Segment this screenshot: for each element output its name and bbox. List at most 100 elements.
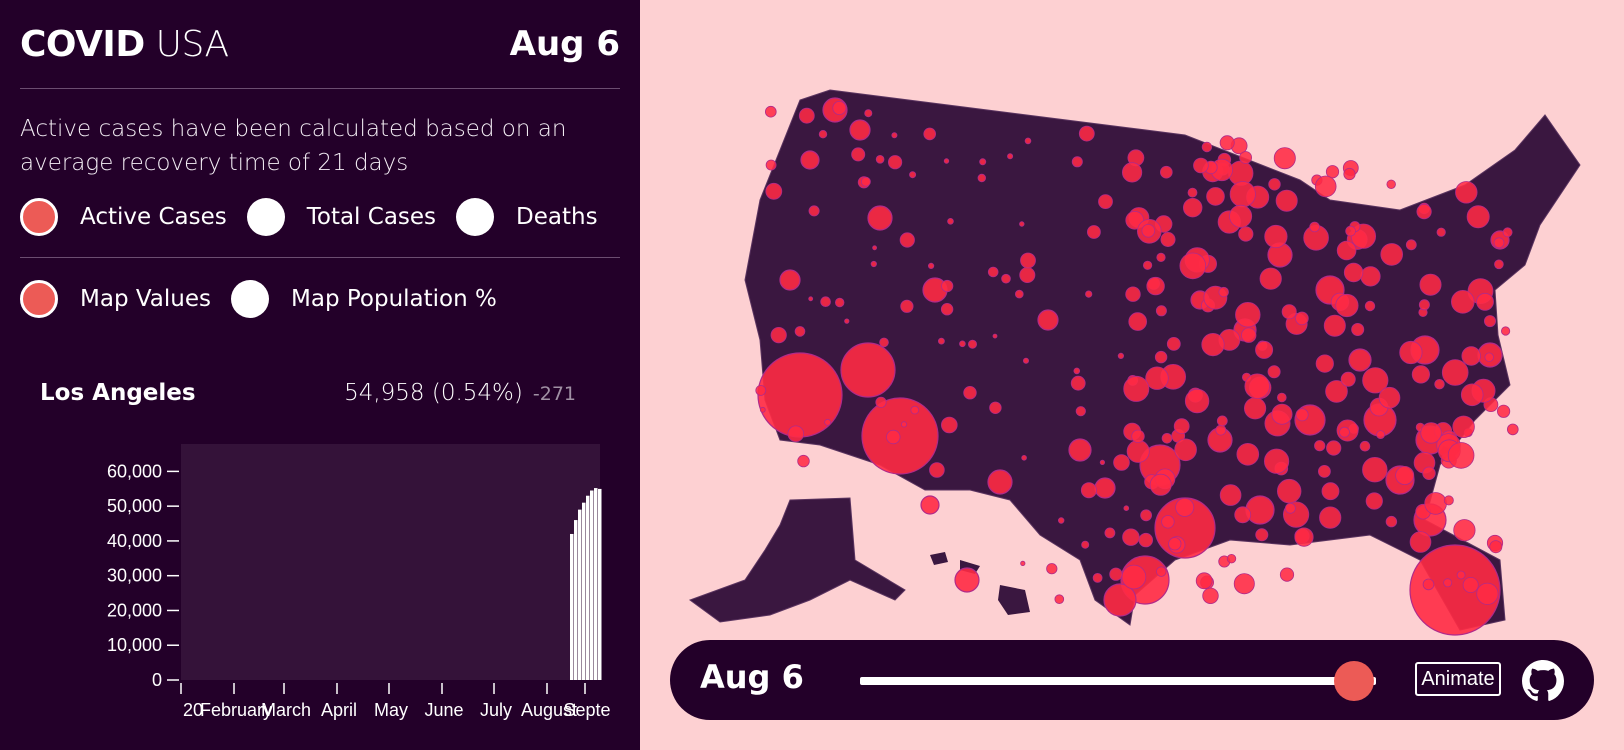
case-bubble[interactable] [1160,231,1176,247]
case-bubble[interactable] [1419,273,1442,296]
case-bubble[interactable] [1443,495,1454,506]
case-bubble[interactable] [1020,560,1026,567]
case-bubble[interactable] [1493,237,1505,249]
case-bubble[interactable] [1175,497,1195,517]
case-bubble[interactable] [1380,243,1403,266]
case-bubble[interactable] [1315,354,1334,373]
case-bubble[interactable] [1461,346,1481,366]
case-bubble[interactable] [1339,426,1350,438]
case-bubble[interactable] [1240,327,1257,343]
case-bubble[interactable] [1255,340,1274,359]
case-bubble[interactable] [1244,397,1267,420]
case-bubble[interactable] [963,386,977,400]
case-bubble[interactable] [920,495,940,515]
case-bubble[interactable] [1466,205,1490,229]
case-bubble[interactable] [1359,440,1371,452]
case-bubble[interactable] [1081,540,1090,549]
case-bubble[interactable] [1219,484,1242,506]
case-bubble[interactable] [1092,573,1103,583]
case-bubble[interactable] [1285,502,1296,514]
case-bubble[interactable] [1422,466,1436,481]
case-bubble[interactable] [959,340,966,348]
animate-button[interactable]: Animate [1415,662,1501,696]
case-bubble[interactable] [1014,289,1024,299]
option-deaths[interactable]: Deaths [456,198,598,236]
case-bubble[interactable] [1195,572,1213,590]
case-bubble[interactable] [1046,563,1058,575]
case-bubble[interactable] [759,406,766,413]
case-bubble[interactable] [1319,506,1342,529]
case-bubble[interactable] [1160,165,1173,179]
case-bubble[interactable] [787,425,805,443]
case-bubble[interactable] [1001,273,1011,284]
case-bubble[interactable] [1273,147,1296,170]
case-bubble[interactable] [1182,197,1203,218]
case-bubble[interactable] [1023,357,1030,364]
case-bubble[interactable] [1279,567,1295,582]
case-bubble[interactable] [1201,141,1213,153]
case-bubble[interactable] [968,339,978,349]
case-bubble[interactable] [1294,527,1314,547]
case-bubble[interactable] [1267,365,1281,379]
case-bubble[interactable] [977,173,986,183]
case-bubble[interactable] [1068,438,1092,462]
case-bubble[interactable] [1360,266,1381,287]
case-bubble[interactable] [947,218,954,225]
case-bubble[interactable] [779,269,801,291]
case-bubble[interactable] [1073,367,1081,375]
case-bubble[interactable] [1075,406,1086,417]
case-bubble[interactable] [1109,567,1123,581]
case-bubble[interactable] [1462,577,1479,594]
case-bubble[interactable] [1277,392,1287,403]
case-bubble[interactable] [808,205,820,217]
case-bubble[interactable] [1364,300,1376,312]
case-bubble[interactable] [1507,423,1519,436]
case-bubble[interactable] [1020,252,1036,269]
case-bubble[interactable] [1336,240,1357,261]
case-bubble[interactable] [1202,587,1219,605]
map-hawaii[interactable] [930,552,1030,615]
case-bubble[interactable] [1295,311,1309,326]
case-bubble[interactable] [1226,554,1237,564]
case-bubble[interactable] [1268,178,1281,191]
case-bubble[interactable] [1179,252,1207,280]
case-bubble[interactable] [1126,439,1150,463]
case-bubble[interactable] [941,279,954,293]
case-bubble[interactable] [900,421,908,428]
case-bubble[interactable] [1161,515,1175,529]
case-bubble[interactable] [887,155,903,170]
case-bubble[interactable] [1395,465,1415,485]
case-bubble[interactable] [1451,289,1475,314]
case-bubble[interactable] [900,299,914,313]
case-bubble[interactable] [1259,267,1282,290]
case-bubble[interactable] [1295,408,1309,422]
case-bubble[interactable] [1104,527,1116,539]
case-bubble[interactable] [1024,137,1032,145]
case-bubble[interactable] [1219,135,1235,151]
case-bubble[interactable] [1070,375,1086,391]
case-bubble[interactable] [1229,204,1253,228]
case-bubble[interactable] [1343,262,1364,283]
case-bubble[interactable] [755,384,767,396]
case-bubble[interactable] [800,150,820,170]
case-bubble[interactable] [1443,578,1453,588]
case-bubble[interactable] [1323,314,1346,337]
case-bubble[interactable] [1161,432,1173,444]
case-bubble[interactable] [1436,227,1446,237]
case-bubble[interactable] [1007,153,1014,160]
case-bubble[interactable] [797,454,810,468]
case-bubble[interactable] [1365,492,1383,510]
case-bubble[interactable] [765,182,783,200]
case-bubble[interactable] [1174,438,1197,462]
radio-active-cases[interactable] [20,198,58,236]
case-bubble[interactable] [1123,375,1150,402]
case-bubble[interactable] [1236,442,1260,466]
case-bubble[interactable] [1264,224,1288,249]
case-bubble[interactable] [1362,457,1388,483]
case-bubble[interactable] [1460,383,1484,407]
case-bubble[interactable] [1501,326,1511,336]
radio-total-cases[interactable] [246,198,285,236]
case-bubble[interactable] [1131,429,1145,444]
case-bubble[interactable] [1281,304,1297,320]
github-icon[interactable] [1522,660,1564,702]
